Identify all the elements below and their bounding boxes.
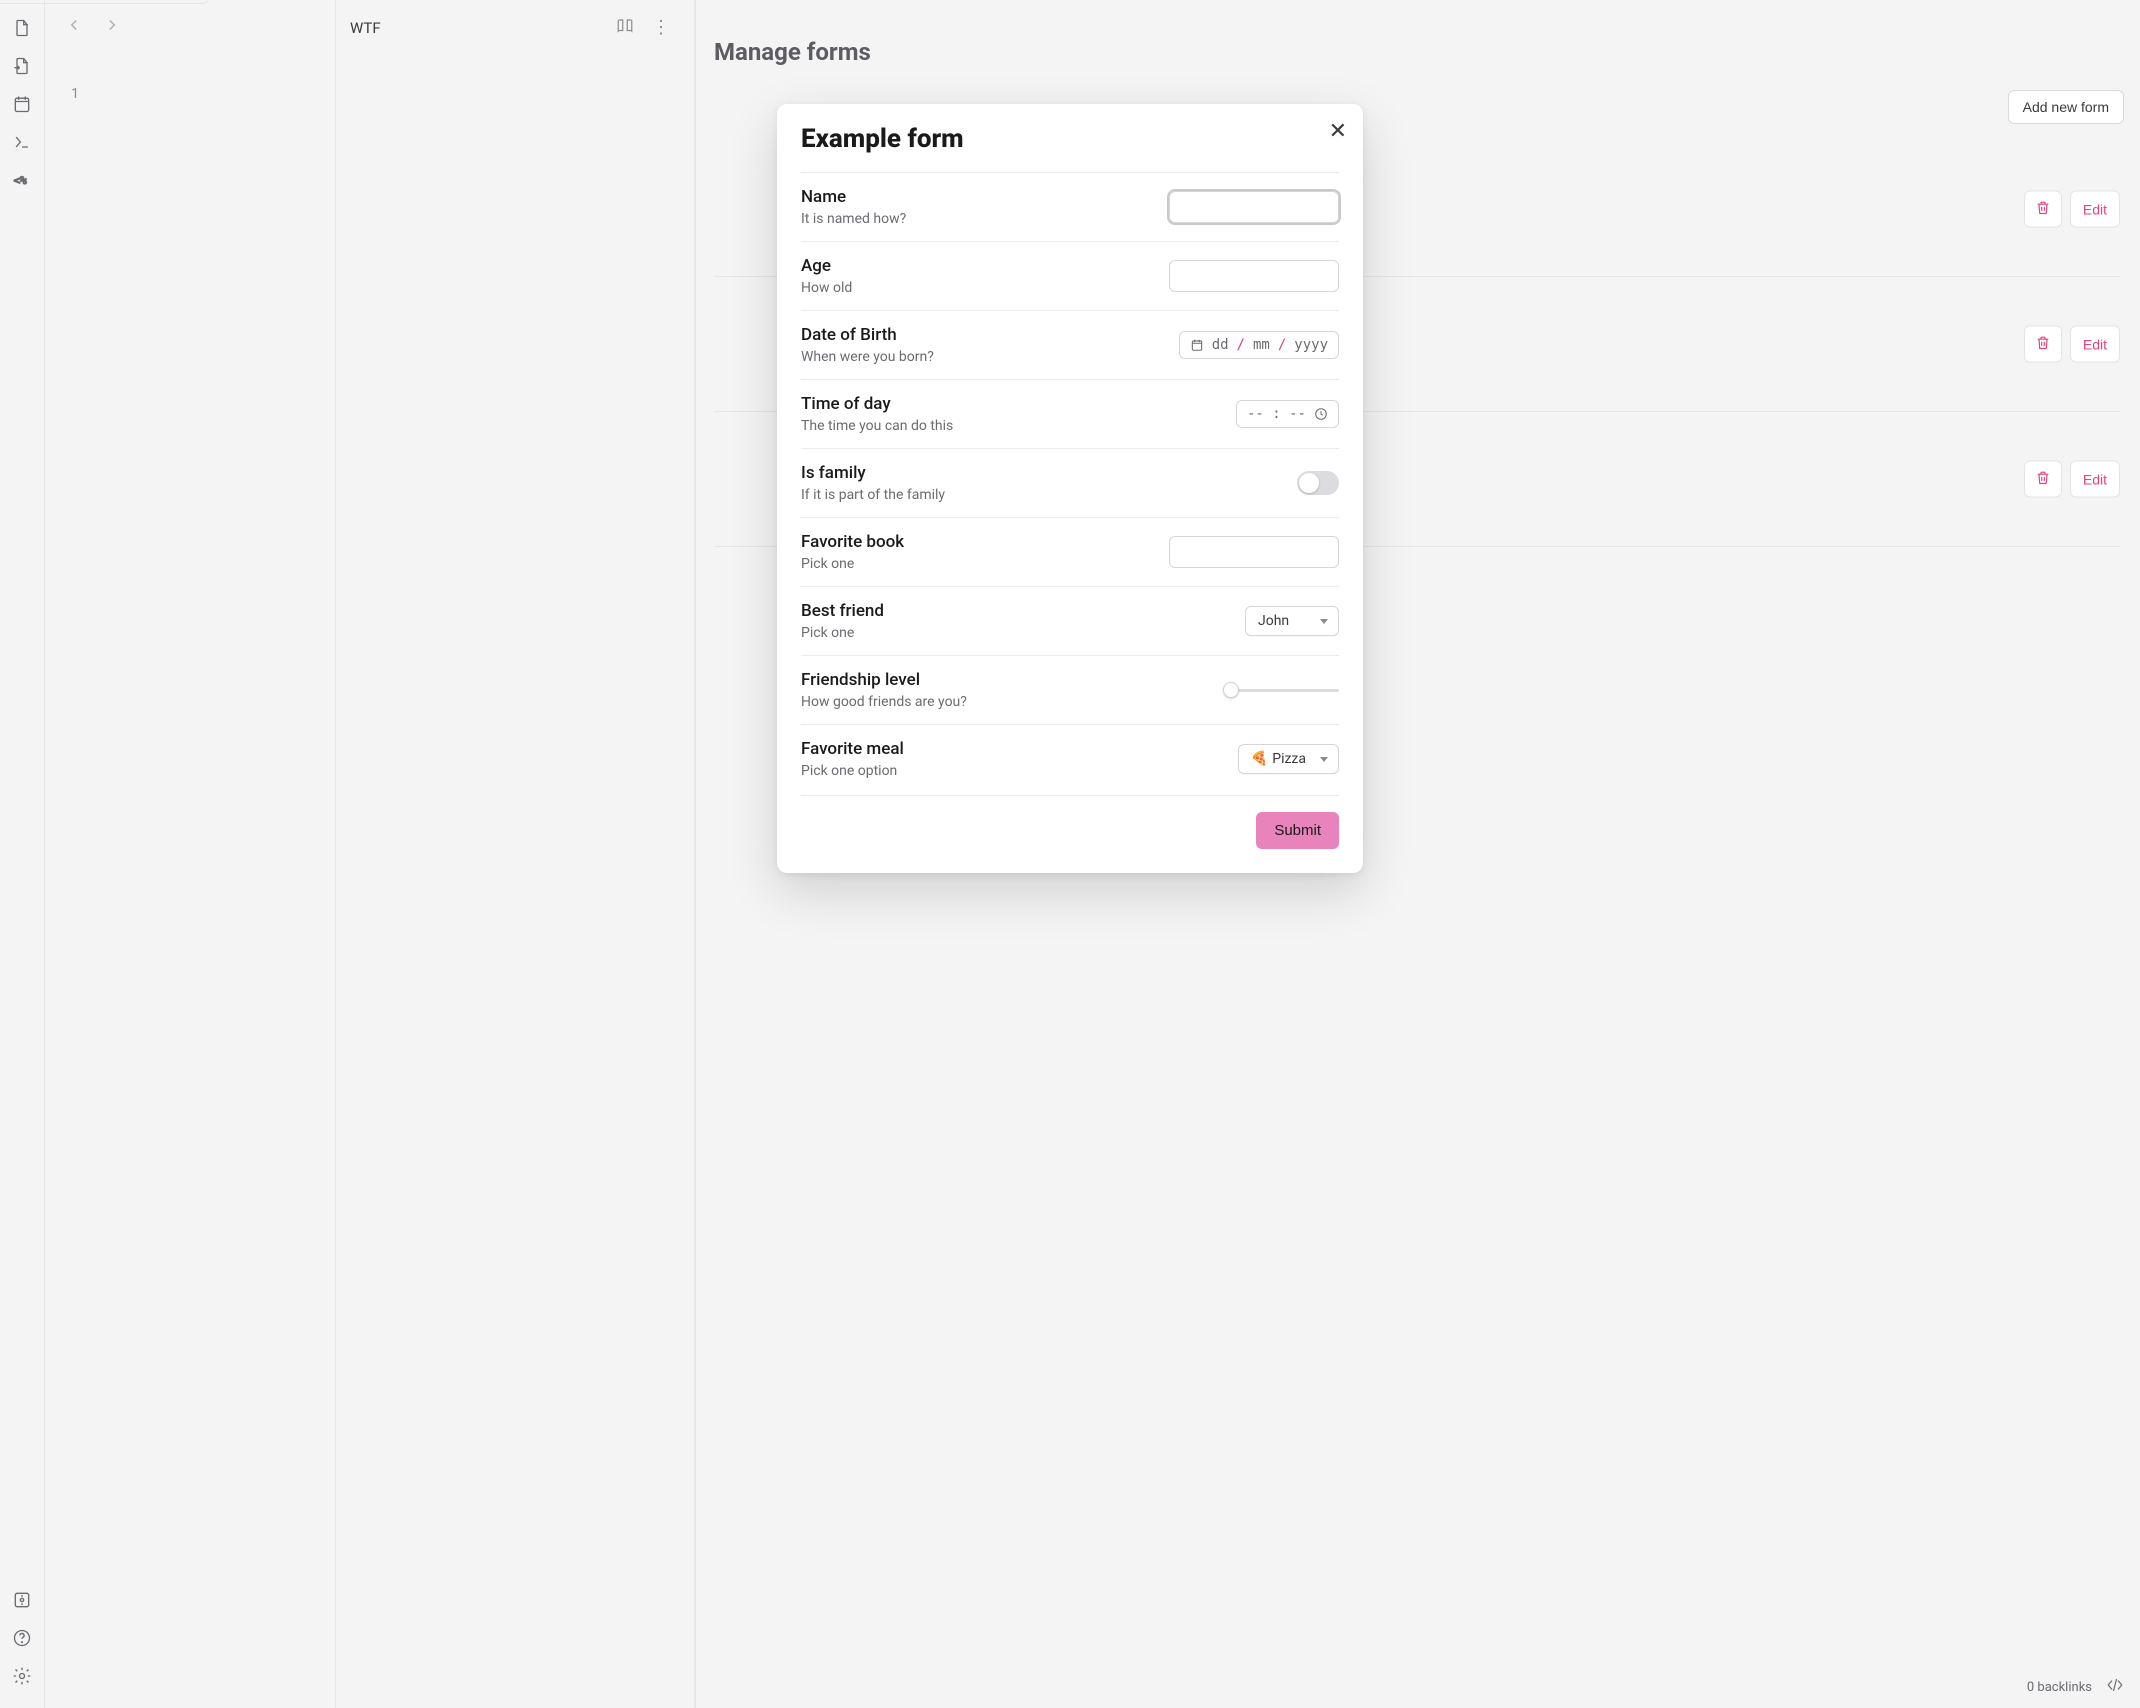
field-desc: Pick one <box>801 556 904 572</box>
slider-thumb[interactable] <box>1223 682 1239 698</box>
field-dob: Date of Birth When were you born? dd/mm/… <box>801 310 1339 379</box>
page-title: Manage forms <box>714 38 2120 66</box>
chevron-down-icon <box>1320 619 1328 624</box>
clock-icon <box>1314 407 1328 421</box>
field-desc: If it is part of the family <box>801 487 945 503</box>
field-label: Favorite meal <box>801 739 904 759</box>
edit-form-button[interactable]: Edit <box>2070 191 2120 228</box>
add-new-form-button[interactable]: Add new form <box>2008 90 2124 124</box>
slider-track <box>1231 689 1339 692</box>
field-desc: How old <box>801 280 852 296</box>
delete-form-button[interactable] <box>2024 191 2062 228</box>
icon-rail: <% <box>0 0 44 1708</box>
calendar-icon[interactable] <box>12 94 32 118</box>
example-form-modal: ✕ Example form Name It is named how? Age… <box>777 104 1363 873</box>
toggle-knob <box>1299 473 1319 493</box>
dob-yyyy: yyyy <box>1294 337 1328 353</box>
more-menu-icon[interactable]: ⋮ <box>652 19 670 37</box>
chevron-down-icon <box>1320 757 1328 762</box>
edit-form-button[interactable]: Edit <box>2070 326 2120 363</box>
note-header: WTF ⋮ <box>330 0 690 56</box>
field-desc: When were you born? <box>801 349 934 365</box>
field-desc: Pick one <box>801 625 884 641</box>
field-book: Favorite book Pick one <box>801 517 1339 586</box>
pinned-card-edge <box>0 0 210 4</box>
dev-console-icon[interactable] <box>2106 1676 2124 1698</box>
trash-icon <box>2035 335 2051 351</box>
friend-selected: John <box>1258 613 1289 629</box>
field-friend: Best friend Pick one John <box>801 586 1339 655</box>
field-label: Time of day <box>801 394 953 414</box>
delete-form-button[interactable] <box>2024 461 2062 498</box>
field-desc: It is named how? <box>801 211 906 227</box>
field-label: Is family <box>801 463 945 483</box>
line-number: 1 <box>45 86 105 102</box>
field-desc: The time you can do this <box>801 418 953 434</box>
file-import-icon[interactable] <box>12 56 32 80</box>
submit-button[interactable]: Submit <box>1256 812 1339 849</box>
footer: 0 backlinks <box>2027 1676 2124 1698</box>
backlinks-count[interactable]: 0 backlinks <box>2027 1680 2092 1695</box>
note-title[interactable]: WTF <box>350 19 616 37</box>
nav-forward-icon[interactable] <box>103 16 121 38</box>
trash-icon <box>2035 200 2051 216</box>
dob-dd: dd <box>1212 337 1229 353</box>
time-placeholder: -- : -- <box>1247 406 1306 422</box>
book-input[interactable] <box>1169 536 1339 568</box>
friend-select[interactable]: John <box>1245 606 1339 636</box>
meal-selected: Pizza <box>1272 751 1306 767</box>
nav-arrows <box>65 16 121 38</box>
field-meal: Favorite meal Pick one option 🍕Pizza <box>801 724 1339 793</box>
dob-mm: mm <box>1253 337 1270 353</box>
edit-form-button[interactable]: Edit <box>2070 461 2120 498</box>
family-toggle[interactable] <box>1297 471 1339 495</box>
reading-view-icon[interactable] <box>616 17 634 39</box>
field-family: Is family If it is part of the family <box>801 448 1339 517</box>
field-age: Age How old <box>801 241 1339 310</box>
field-level: Friendship level How good friends are yo… <box>801 655 1339 724</box>
template-icon[interactable]: <% <box>12 170 32 194</box>
field-time: Time of day The time you can do this -- … <box>801 379 1339 448</box>
meal-emoji: 🍕 <box>1251 751 1268 767</box>
delete-form-button[interactable] <box>2024 326 2062 363</box>
file-icon[interactable] <box>12 18 32 42</box>
time-input[interactable]: -- : -- <box>1236 400 1339 428</box>
nav-back-icon[interactable] <box>65 16 83 38</box>
trash-icon <box>2035 470 2051 486</box>
field-label: Best friend <box>801 601 884 621</box>
help-icon[interactable] <box>12 1628 32 1652</box>
svg-text:<%: <% <box>14 174 28 187</box>
name-input[interactable] <box>1169 191 1339 223</box>
meal-select[interactable]: 🍕Pizza <box>1238 744 1339 774</box>
note-editor-panel <box>335 0 695 1708</box>
dob-input[interactable]: dd/mm/yyyy <box>1179 331 1339 359</box>
settings-icon[interactable] <box>12 1666 32 1690</box>
age-input[interactable] <box>1169 260 1339 292</box>
field-name: Name It is named how? <box>801 172 1339 241</box>
vault-icon[interactable] <box>12 1590 32 1614</box>
field-desc: Pick one option <box>801 763 904 779</box>
field-label: Age <box>801 256 852 276</box>
close-button[interactable]: ✕ <box>1329 120 1347 142</box>
field-label: Date of Birth <box>801 325 934 345</box>
field-label: Friendship level <box>801 670 967 690</box>
field-label: Favorite book <box>801 532 904 552</box>
modal-title: Example form <box>801 124 1339 154</box>
calendar-icon <box>1190 338 1204 352</box>
submit-row: Submit <box>801 795 1339 849</box>
terminal-icon[interactable] <box>12 132 32 156</box>
editor-gutter: 1 <box>45 0 105 1708</box>
field-label: Name <box>801 187 906 207</box>
level-slider[interactable] <box>1231 689 1339 692</box>
field-desc: How good friends are you? <box>801 694 967 710</box>
